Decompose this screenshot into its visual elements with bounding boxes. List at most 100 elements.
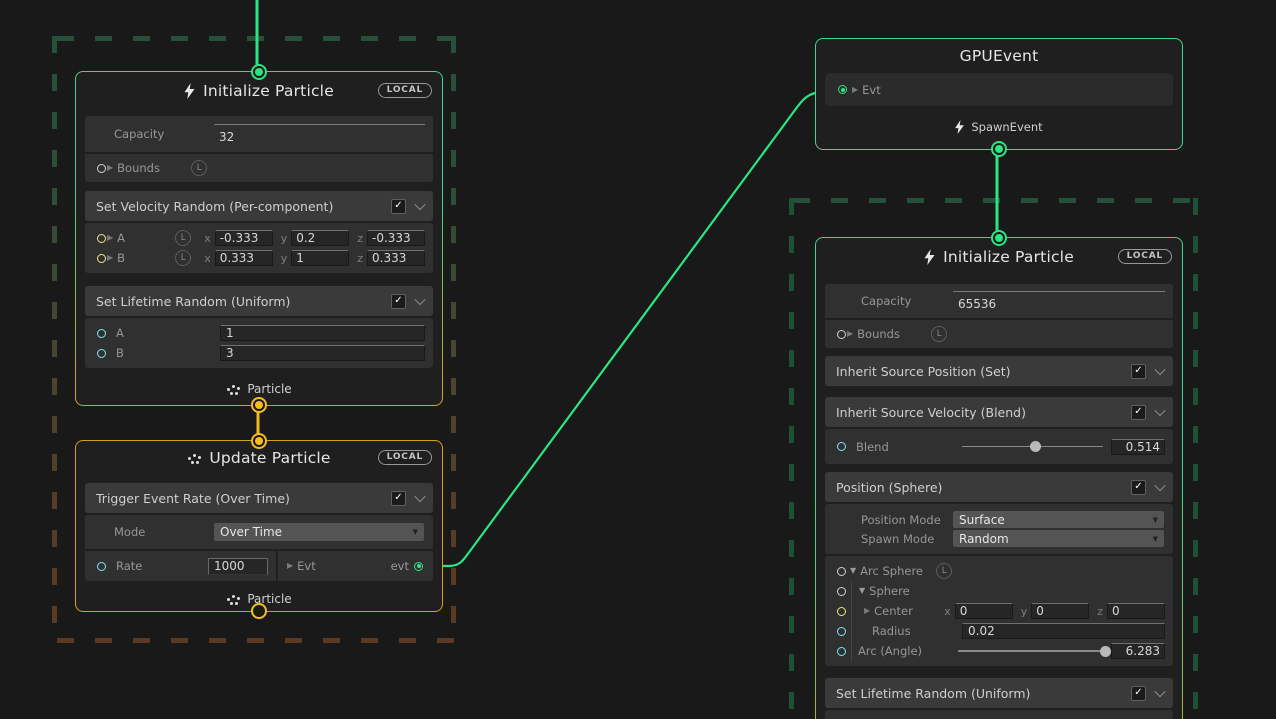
b-y-field[interactable]: 1	[291, 250, 349, 266]
node-header[interactable]: GPUEvent	[816, 39, 1182, 73]
axis-y-label: y	[281, 252, 288, 265]
arc-value-field[interactable]: 6.283	[1111, 643, 1165, 659]
position-mode-dropdown[interactable]: Surface	[953, 511, 1164, 528]
spawn-mode-dropdown[interactable]: Random	[953, 530, 1164, 547]
lightning-icon	[184, 83, 195, 99]
chevron-down-icon[interactable]	[1154, 364, 1165, 375]
arcsphere-port[interactable]	[837, 567, 846, 576]
a-y-field[interactable]: 0.2	[291, 230, 349, 246]
local-badge: LOCAL	[378, 450, 432, 465]
blend-label: Blend	[856, 440, 960, 454]
foldout-triangle-icon[interactable]: ▶	[107, 164, 113, 172]
capacity-field[interactable]: 32	[214, 124, 425, 144]
node-update-particle[interactable]: Update Particle LOCAL Trigger Event Rate…	[75, 440, 443, 612]
flow-input-port[interactable]	[251, 433, 267, 449]
chevron-down-icon[interactable]	[1154, 405, 1165, 416]
radius-field[interactable]: 0.02	[962, 623, 1165, 639]
foldout-triangle-down-icon[interactable]: ▼	[859, 587, 865, 595]
foldout-triangle-down-icon[interactable]: ▼	[850, 567, 856, 575]
foldout-triangle-icon[interactable]: ▶	[107, 234, 113, 242]
flow-output-port[interactable]	[251, 397, 267, 413]
block-inherit-source-position[interactable]: Inherit Source Position (Set)	[825, 356, 1173, 386]
mode-label: Mode	[114, 525, 214, 539]
evt-input-port[interactable]	[838, 85, 847, 94]
center-y-field[interactable]: 0	[1031, 603, 1089, 619]
arc-sphere-row: ▼ Arc Sphere L	[825, 561, 1173, 581]
bounds-row: ▶ Bounds L	[85, 154, 433, 182]
capacity-label: Capacity	[114, 127, 214, 141]
node-initialize-particle-right[interactable]: Initialize Particle LOCAL Capacity 65536…	[815, 237, 1183, 719]
vfx-graph-canvas[interactable]: Initialize Particle LOCAL Capacity 32 ▶ …	[0, 0, 1276, 719]
foldout-triangle-icon[interactable]: ▶	[287, 562, 293, 570]
mode-dropdown[interactable]: Over Time	[214, 523, 424, 541]
block-set-velocity-random[interactable]: Set Velocity Random (Per-component)	[85, 191, 433, 221]
block-enabled-checkbox[interactable]	[391, 491, 406, 506]
block-position-sphere[interactable]: Position (Sphere)	[825, 472, 1173, 502]
float-port-rate[interactable]	[97, 562, 106, 571]
chevron-down-icon[interactable]	[1154, 480, 1165, 491]
float-port-arc[interactable]	[837, 647, 846, 656]
chevron-down-icon[interactable]	[414, 294, 425, 305]
bounds-label: Bounds	[117, 161, 183, 175]
space-local-icon[interactable]: L	[931, 326, 947, 342]
vector3-port-center[interactable]	[837, 607, 846, 616]
b-x-field[interactable]: 0.333	[215, 250, 273, 266]
block-set-lifetime-random[interactable]: Set Lifetime Random (Uniform)	[85, 286, 433, 316]
bounds-port[interactable]	[837, 330, 846, 339]
chevron-down-icon[interactable]	[414, 199, 425, 210]
foldout-triangle-icon[interactable]: ▶	[107, 254, 113, 262]
axis-y-label: y	[1021, 605, 1028, 618]
space-local-icon[interactable]: L	[936, 563, 952, 579]
space-local-icon[interactable]: L	[175, 250, 191, 266]
evt-output-port[interactable]	[414, 562, 423, 571]
center-label: Center	[874, 604, 913, 618]
system-border-left-west	[52, 36, 57, 643]
space-local-icon[interactable]: L	[175, 230, 191, 246]
node-initialize-particle-left[interactable]: Initialize Particle LOCAL Capacity 32 ▶ …	[75, 71, 443, 406]
chevron-down-icon[interactable]	[414, 491, 425, 502]
bounds-port[interactable]	[97, 164, 106, 173]
flow-output-port[interactable]	[251, 603, 267, 619]
flow-input-port[interactable]	[991, 230, 1007, 246]
a-z-field[interactable]: -0.333	[367, 230, 425, 246]
a-field[interactable]: 1	[220, 325, 425, 341]
vector3-port-a[interactable]	[97, 234, 106, 243]
block-enabled-checkbox[interactable]	[1131, 686, 1146, 701]
center-x-field[interactable]: 0	[955, 603, 1013, 619]
block-trigger-event-rate[interactable]: Trigger Event Rate (Over Time)	[85, 483, 433, 513]
blend-value-field[interactable]: 0.514	[1111, 439, 1165, 455]
capacity-field[interactable]: 65536	[953, 291, 1165, 311]
foldout-triangle-icon[interactable]: ▶	[864, 607, 870, 615]
block-inherit-source-velocity[interactable]: Inherit Source Velocity (Blend)	[825, 397, 1173, 427]
arc-slider[interactable]	[956, 642, 1107, 660]
block-enabled-checkbox[interactable]	[391, 199, 406, 214]
float-port-blend[interactable]	[837, 442, 846, 451]
particle-icon	[226, 384, 240, 395]
radius-label: Radius	[872, 624, 962, 638]
vector3-port-b[interactable]	[97, 254, 106, 263]
sphere-port[interactable]	[837, 587, 846, 596]
bounds-row: ▶ Bounds L	[825, 320, 1173, 348]
arc-sphere-label: Arc Sphere	[860, 564, 930, 578]
foldout-triangle-icon[interactable]: ▶	[847, 330, 853, 338]
a-x-field[interactable]: -0.333	[215, 230, 273, 246]
flow-input-port[interactable]	[251, 64, 267, 80]
block-enabled-checkbox[interactable]	[1131, 364, 1146, 379]
blend-slider[interactable]	[960, 438, 1105, 456]
float-port-b[interactable]	[97, 349, 106, 358]
node-gpuevent[interactable]: GPUEvent ▶ Evt SpawnEvent	[815, 38, 1183, 150]
flow-output-port[interactable]	[991, 141, 1007, 157]
space-local-icon[interactable]: L	[191, 160, 207, 176]
center-z-field[interactable]: 0	[1107, 603, 1165, 619]
block-enabled-checkbox[interactable]	[1131, 480, 1146, 495]
b-field[interactable]: 3	[220, 345, 425, 361]
block-set-lifetime-random[interactable]: Set Lifetime Random (Uniform)	[825, 678, 1173, 708]
node-title: Initialize Particle	[943, 248, 1074, 266]
rate-field[interactable]: 1000	[208, 558, 268, 575]
block-enabled-checkbox[interactable]	[391, 294, 406, 309]
b-z-field[interactable]: 0.333	[367, 250, 425, 266]
block-enabled-checkbox[interactable]	[1131, 405, 1146, 420]
float-port-a[interactable]	[97, 329, 106, 338]
float-port-radius[interactable]	[837, 627, 846, 636]
chevron-down-icon[interactable]	[1154, 686, 1165, 697]
